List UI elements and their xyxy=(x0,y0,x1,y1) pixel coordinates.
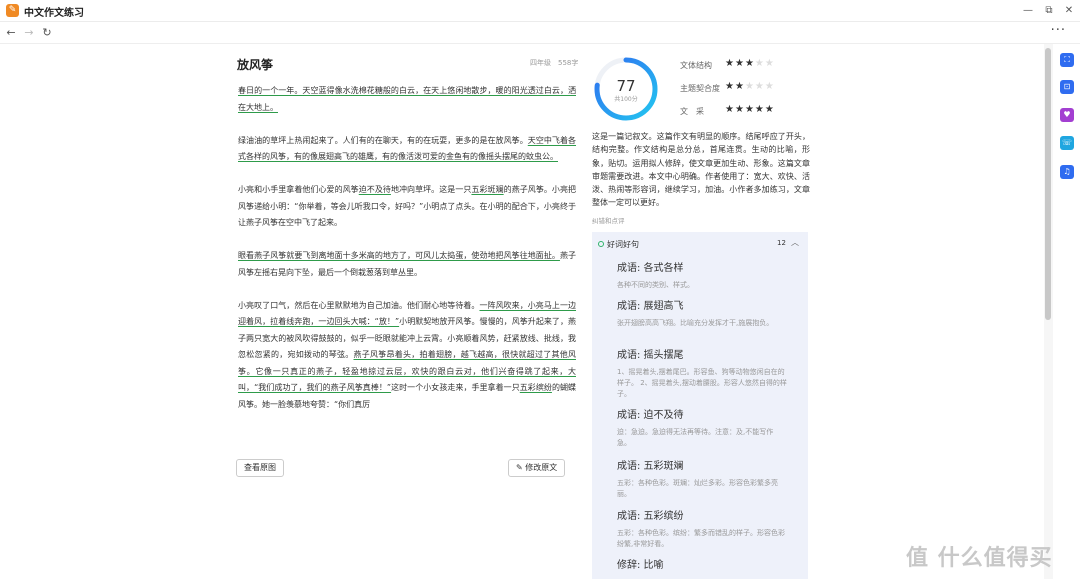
minimize-icon[interactable]: — xyxy=(1021,4,1035,17)
edit-original-button[interactable]: ✎ 修改原文 xyxy=(508,459,566,477)
evaluation-summary: 这是一篇记叙文。这篇作文有明显的顺序。结尾呼应了开头，结构完整。作文结构是总分总… xyxy=(592,132,810,208)
rating-row: 主题契合度 ★★★★★ xyxy=(680,81,800,95)
good-words-header[interactable]: 好词好句 12 ︿ xyxy=(592,232,808,254)
good-word-entry: 成语: 五彩缤纷五彩：各种色彩。缤纷：繁多而错乱的样子。形容色彩纷繁,非常好看。 xyxy=(617,510,787,550)
reload-icon[interactable]: ↻ xyxy=(40,25,54,40)
highlighted-phrase[interactable]: 五彩斑斓 xyxy=(471,185,503,194)
good-word-title: 成语: 展翅高飞 xyxy=(617,301,684,312)
essay-paragraph: 眼看燕子风筝就要飞到离地面十多米高的地方了，可风儿太捣蛋，使劲地把风筝往地面扯。… xyxy=(238,248,576,281)
star-filled-icon: ★ xyxy=(744,58,755,69)
rating-label: 主题契合度 xyxy=(680,84,720,93)
app-title: 中文作文练习 xyxy=(24,8,84,19)
essay-body: 春日的一个一年。天空蓝得像水洗棉花糖般的白云，在天上悠闲地散步，暖的阳光透过白云… xyxy=(238,83,576,430)
good-word-title: 成语: 五彩斑斓 xyxy=(617,461,684,472)
good-words-count: 12 xyxy=(777,239,786,247)
star-empty-icon: ★ xyxy=(754,58,765,69)
status-dot-icon xyxy=(598,241,604,247)
good-word-desc: 各种不同的类别、样式。 xyxy=(617,281,694,289)
restore-icon[interactable]: ⧉ xyxy=(1042,4,1056,17)
good-word-desc: 五彩：各种色彩。斑斓：灿烂多彩。形容色彩繁多亮丽。 xyxy=(617,479,778,498)
edit-label: 修改原文 xyxy=(525,463,558,472)
translate-icon[interactable]: ⊡ xyxy=(1060,80,1074,94)
highlighted-phrase[interactable]: 迫不及待 xyxy=(359,185,391,194)
heart-icon[interactable]: ♥ xyxy=(1060,108,1074,122)
highlighted-phrase[interactable]: 五彩缤纷 xyxy=(520,383,552,392)
good-word-title: 成语: 五彩缤纷 xyxy=(617,511,684,522)
star-filled-icon: ★ xyxy=(734,81,745,92)
good-word-entry: 成语: 摇头摆尾 1、摇晃着头,摆着尾巴。形容鱼、狗等动物悠闲自在的样子。 2、摇… xyxy=(617,349,787,400)
essay-text: 小亮叹了口气，然后在心里默默地为自己加油。他们耐心地等待着。 xyxy=(238,300,480,310)
good-word-entry: 成语: 五彩斑斓五彩：各种色彩。斑斓：灿烂多彩。形容色彩繁多亮丽。 xyxy=(617,460,787,500)
view-original-button[interactable]: 查看原图 xyxy=(236,459,284,477)
good-word-entry: 成语: 各式各样各种不同的类别、样式。 xyxy=(617,262,787,291)
nav-bar: ← → ↻ ··· xyxy=(0,22,1080,44)
star-filled-icon: ★ xyxy=(725,81,735,92)
good-words-panel: 好词好句 12 ︿ 成语: 各式各样各种不同的类别、样式。 成语: 展翅高飞张开翅… xyxy=(592,232,808,579)
good-word-title: 成语: 各式各样 xyxy=(617,263,684,274)
star-filled-icon: ★ xyxy=(734,104,745,115)
star-filled-icon: ★ xyxy=(734,58,745,69)
scan-icon[interactable]: ⛶ xyxy=(1060,53,1074,67)
star-empty-icon: ★ xyxy=(764,58,775,69)
essay-paragraph: 绿油油的草坪上热闹起来了。人们有的在聊天，有的在玩耍，更多的是在放风筝。天空中飞… xyxy=(238,133,576,166)
star-empty-icon: ★ xyxy=(754,81,765,92)
watermark: 值 什么值得买 xyxy=(906,546,1053,571)
essay-text: 地冲向草坪。这是一只 xyxy=(390,185,472,194)
essay-paragraph: 春日的一个一年。天空蓝得像水洗棉花糖般的白云，在天上悠闲地散步，暖的阳光透过白云… xyxy=(238,83,576,116)
star-filled-icon: ★ xyxy=(725,58,735,69)
star-rating: ★★★★★ xyxy=(725,58,775,69)
good-word-title: 修辞: 比喻 xyxy=(617,560,664,571)
edit-icon: ✎ xyxy=(516,463,523,472)
essay-text: 小亮和小手里拿着他们心爱的风筝 xyxy=(238,185,359,194)
star-rating: ★★★★★ xyxy=(725,81,775,92)
good-word-title: 成语: 摇头摆尾 xyxy=(617,350,684,361)
good-word-desc: 张开翅膀高高飞翔。比喻充分发挥才干,施展抱负。 xyxy=(617,319,774,327)
rating-label: 文 采 xyxy=(680,107,704,116)
essay-paragraph: 小亮叹了口气，然后在心里默默地为自己加油。他们耐心地等待着。一阵风吹来，小亮马上… xyxy=(238,298,576,414)
back-icon[interactable]: ← xyxy=(4,25,18,40)
more-menu-icon[interactable]: ··· xyxy=(1051,23,1066,38)
score-sub: 共100分 xyxy=(614,96,638,103)
star-rating: ★★★★★ xyxy=(725,104,775,115)
star-filled-icon: ★ xyxy=(754,104,765,115)
forward-icon[interactable]: → xyxy=(22,25,36,40)
good-word-entry: 修辞: 比喻 xyxy=(617,559,787,572)
star-empty-icon: ★ xyxy=(764,81,775,92)
good-word-desc: 1、摇晃着头,摆着尾巴。形容鱼、狗等动物悠闲自在的样子。 2、摇晃着头,摆动着腰… xyxy=(617,368,787,398)
close-icon[interactable]: ✕ xyxy=(1062,4,1076,17)
highlighted-phrase[interactable]: 春日的一个一年。天空蓝得像水洗棉花糖般的白云，在天上悠闲地散步，暖的阳光透过白云… xyxy=(238,86,576,112)
music-icon[interactable]: ♫ xyxy=(1060,165,1074,179)
star-filled-icon: ★ xyxy=(744,104,755,115)
score-value: 77 xyxy=(616,77,636,95)
good-word-entry: 成语: 展翅高飞张开翅膀高高飞翔。比喻充分发挥才干,施展抱负。 xyxy=(617,300,787,329)
good-word-desc: 迫：急迫。急迫得无法再等待。注意：及,不能写作急。 xyxy=(617,428,774,447)
chat-icon[interactable]: ☏ xyxy=(1060,136,1074,150)
good-words-title: 好词好句 xyxy=(607,240,639,249)
scrollbar-thumb[interactable] xyxy=(1045,48,1051,320)
rating-row: 文体结构 ★★★★★ xyxy=(680,58,800,72)
chevron-up-icon[interactable]: ︿ xyxy=(791,237,799,248)
star-filled-icon: ★ xyxy=(764,104,775,115)
essay-paragraph: 小亮和小手里拿着他们心爱的风筝迫不及待地冲向草坪。这是一只五彩斑斓的燕子风筝。小… xyxy=(238,182,576,232)
highlighted-phrase[interactable]: 眼看燕子风筝就要飞到离地面十多米高的地方了，可风儿太捣蛋，使劲地把风筝往地面扯。 xyxy=(238,251,560,260)
section-label: 纠错和点评 xyxy=(592,217,625,225)
good-word-desc: 五彩：各种色彩。缤纷：繁多而错乱的样子。形容色彩纷繁,非常好看。 xyxy=(617,529,785,548)
good-word-title: 成语: 迫不及待 xyxy=(617,410,684,421)
essay-title: 放风筝 xyxy=(237,58,274,72)
good-word-entry: 成语: 迫不及待迫：急迫。急迫得无法再等待。注意：及,不能写作急。 xyxy=(617,409,787,449)
essay-text: 这时一个小女孩走来，手里拿着一只 xyxy=(391,383,520,392)
essay-meta: 四年级 558字 xyxy=(530,59,579,67)
star-empty-icon: ★ xyxy=(744,81,755,92)
title-bar: ✎ 中文作文练习 — ⧉ ✕ xyxy=(0,0,1080,22)
app-logo-icon: ✎ xyxy=(6,4,19,17)
rating-label: 文体结构 xyxy=(680,61,712,70)
essay-text: 绿油油的草坪上热闹起来了。人们有的在聊天，有的在玩耍，更多的是在放风筝。 xyxy=(238,135,528,145)
star-filled-icon: ★ xyxy=(725,104,735,115)
rating-row: 文 采 ★★★★★ xyxy=(680,104,800,118)
